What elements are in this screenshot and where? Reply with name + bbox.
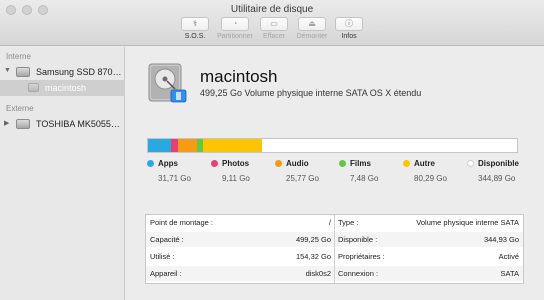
usage-segment-autre [203, 139, 262, 152]
sidebar: Interne ▼ Samsung SSD 870… macintosh Ext… [0, 47, 125, 300]
external-section-label: Externe [6, 104, 34, 113]
legend-swatch [403, 160, 410, 167]
info-table: Point de montage : / Type : Volume physi… [145, 214, 524, 284]
sidebar-item-internal-disk[interactable]: ▼ Samsung SSD 870… [0, 64, 125, 80]
column-divider [334, 215, 335, 283]
device-label: Appareil : [150, 269, 182, 278]
first-aid-button[interactable]: ⚕ S.O.S. [179, 17, 211, 40]
partition-button[interactable]: ◔ Partitionner [217, 17, 253, 40]
info-icon: ⓘ [335, 17, 363, 31]
usage-segment-apps [148, 139, 171, 152]
legend-size: 31,71 Go [158, 174, 191, 183]
capacity-value: 499,25 Go [295, 235, 331, 244]
storage-usage-bar [147, 138, 518, 153]
available-label: Disponible : [338, 235, 378, 244]
type-label: Type : [338, 218, 359, 227]
hard-disk-icon [16, 67, 30, 77]
capacity-label: Capacité : [150, 235, 184, 244]
window-title: Utilitaire de disque [230, 4, 314, 15]
usage-segment-audio [178, 139, 197, 152]
disclosure-open-icon[interactable]: ▼ [4, 67, 11, 74]
internal-disk-label: Samsung SSD 870… [36, 67, 122, 77]
legend-size: 80,29 Go [414, 174, 447, 183]
title-bar: Utilitaire de disque ⚕ S.O.S. ◔ Partitio… [0, 0, 544, 46]
legend-name: Films [350, 159, 371, 168]
legend-name: Apps [158, 159, 178, 168]
legend-size: 25,77 Go [286, 174, 319, 183]
erase-icon: ▭ [260, 17, 288, 31]
partition-icon: ◔ [221, 17, 249, 31]
available-value: 344,93 Go [483, 235, 519, 244]
legend-name: Photos [222, 159, 250, 168]
volume-title: macintosh [200, 67, 278, 86]
connection-value: SATA [500, 269, 519, 278]
type-value: Volume physique interne SATA [416, 218, 519, 227]
hard-drive-icon [148, 63, 187, 103]
legend-swatch [467, 160, 474, 167]
legend-size: 344,89 Go [478, 174, 516, 183]
info-button[interactable]: ⓘ Infos [333, 17, 365, 40]
volume-label: macintosh [45, 83, 87, 93]
legend-swatch [211, 160, 218, 167]
usage-segment-disponible [262, 139, 517, 152]
legend-name: Audio [286, 159, 309, 168]
external-disk-label: TOSHIBA MK5055… [36, 119, 120, 129]
used-label: Utilisé : [150, 252, 175, 261]
internal-section-label: Interne [6, 52, 31, 61]
mount-point-label: Point de montage : [150, 218, 213, 227]
legend-swatch [147, 160, 154, 167]
owners-label: Propriétaires : [338, 252, 385, 261]
volume-icon [28, 83, 39, 92]
connection-label: Connexion : [338, 269, 379, 278]
legend-name: Autre [414, 159, 435, 168]
mount-point-value: / [328, 218, 331, 227]
info-label: Infos [341, 33, 357, 40]
legend-swatch [275, 160, 282, 167]
sidebar-item-external-disk[interactable]: ▶ TOSHIBA MK5055… [0, 116, 125, 132]
sidebar-item-volume-macintosh[interactable]: macintosh [0, 80, 125, 96]
used-value: 154,32 Go [295, 252, 331, 261]
legend-size: 9,11 Go [222, 174, 250, 183]
legend-size: 7,48 Go [350, 174, 379, 183]
unmount-icon: ⏏ [298, 17, 326, 31]
usage-segment-photos [171, 139, 178, 152]
legend-name: Disponible [478, 159, 519, 168]
stethoscope-icon: ⚕ [181, 17, 209, 31]
device-value: disk0s2 [305, 269, 331, 278]
legend-swatch [339, 160, 346, 167]
volume-description: 499,25 Go Volume physique interne SATA O… [200, 88, 422, 98]
owners-value: Activé [498, 252, 519, 261]
disclosure-closed-icon[interactable]: ▶ [4, 119, 9, 127]
external-disk-icon [16, 119, 30, 129]
